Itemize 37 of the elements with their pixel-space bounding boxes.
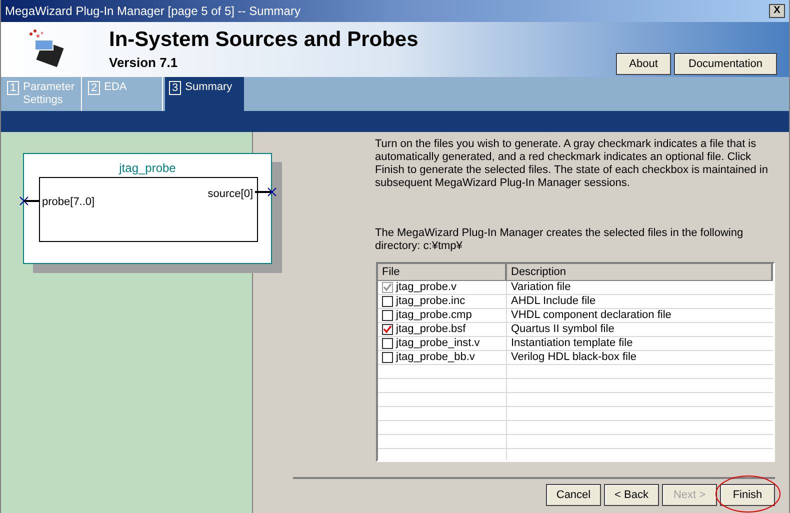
file-description: Instantiation template file xyxy=(510,337,634,350)
column-header[interactable]: Description xyxy=(507,264,773,280)
column-header[interactable]: File xyxy=(378,264,507,280)
file-description: Verilog HDL black-box file xyxy=(510,351,638,364)
file-description: Variation file xyxy=(510,281,572,294)
window-title: MegaWizard Plug-In Manager [page 5 of 5] -- Summary xyxy=(5,3,300,20)
wizard-button[interactable]: < Back xyxy=(604,484,659,506)
about-button[interactable]: About xyxy=(616,53,671,75)
file-description: VHDL component declaration file xyxy=(510,309,672,322)
file-description: Quartus II symbol file xyxy=(510,323,616,336)
symbol-name: jtag_probe xyxy=(118,161,177,175)
file-name: jtag_probe.v xyxy=(396,281,457,294)
file-name: jtag_probe_inst.v xyxy=(396,337,480,350)
file-checkbox[interactable] xyxy=(382,310,393,321)
file-name: jtag_probe.bsf xyxy=(396,323,466,336)
checkmark-icon xyxy=(383,325,392,334)
input-port-label: probe[7..0] xyxy=(42,195,95,210)
version-label: Version 7.1 xyxy=(109,54,179,72)
file-checkbox[interactable] xyxy=(382,324,393,335)
file-name: jtag_probe_bb.v xyxy=(396,351,475,364)
close-button[interactable]: X xyxy=(769,4,785,18)
file-name: jtag_probe.inc xyxy=(396,295,466,308)
instructions-text: Turn on the files you wish to generate. A gray checkmark indicates a file that is automatically generated, and a red checkmark indicates an optional file. Click Finish to generate the selected files. The state of each checkbox is maintained in subsequent MegaWizard Plug-In Manager sessions. xyxy=(375,138,769,190)
wizard-tab[interactable]: 3 Summary xyxy=(165,77,244,111)
file-name: jtag_probe.cmp xyxy=(396,309,472,322)
directory-text: The MegaWizard Plug-In Manager creates the selected files in the following directory: c:¥tmp¥ xyxy=(375,227,744,253)
file-checkbox[interactable] xyxy=(382,352,393,363)
wizard-button[interactable]: Finish xyxy=(720,484,775,506)
checkmark-icon xyxy=(383,283,392,292)
file-checkbox[interactable] xyxy=(382,296,393,307)
file-description: AHDL Include file xyxy=(510,295,597,308)
wizard-button[interactable]: Cancel xyxy=(546,484,601,506)
file-checkbox[interactable] xyxy=(382,338,393,349)
wizard-title: In-System Sources and Probes xyxy=(109,26,418,53)
output-port-label: source[0] xyxy=(208,187,253,202)
documentation-button[interactable]: Documentation xyxy=(674,53,777,75)
highlight-ellipse xyxy=(715,475,781,513)
